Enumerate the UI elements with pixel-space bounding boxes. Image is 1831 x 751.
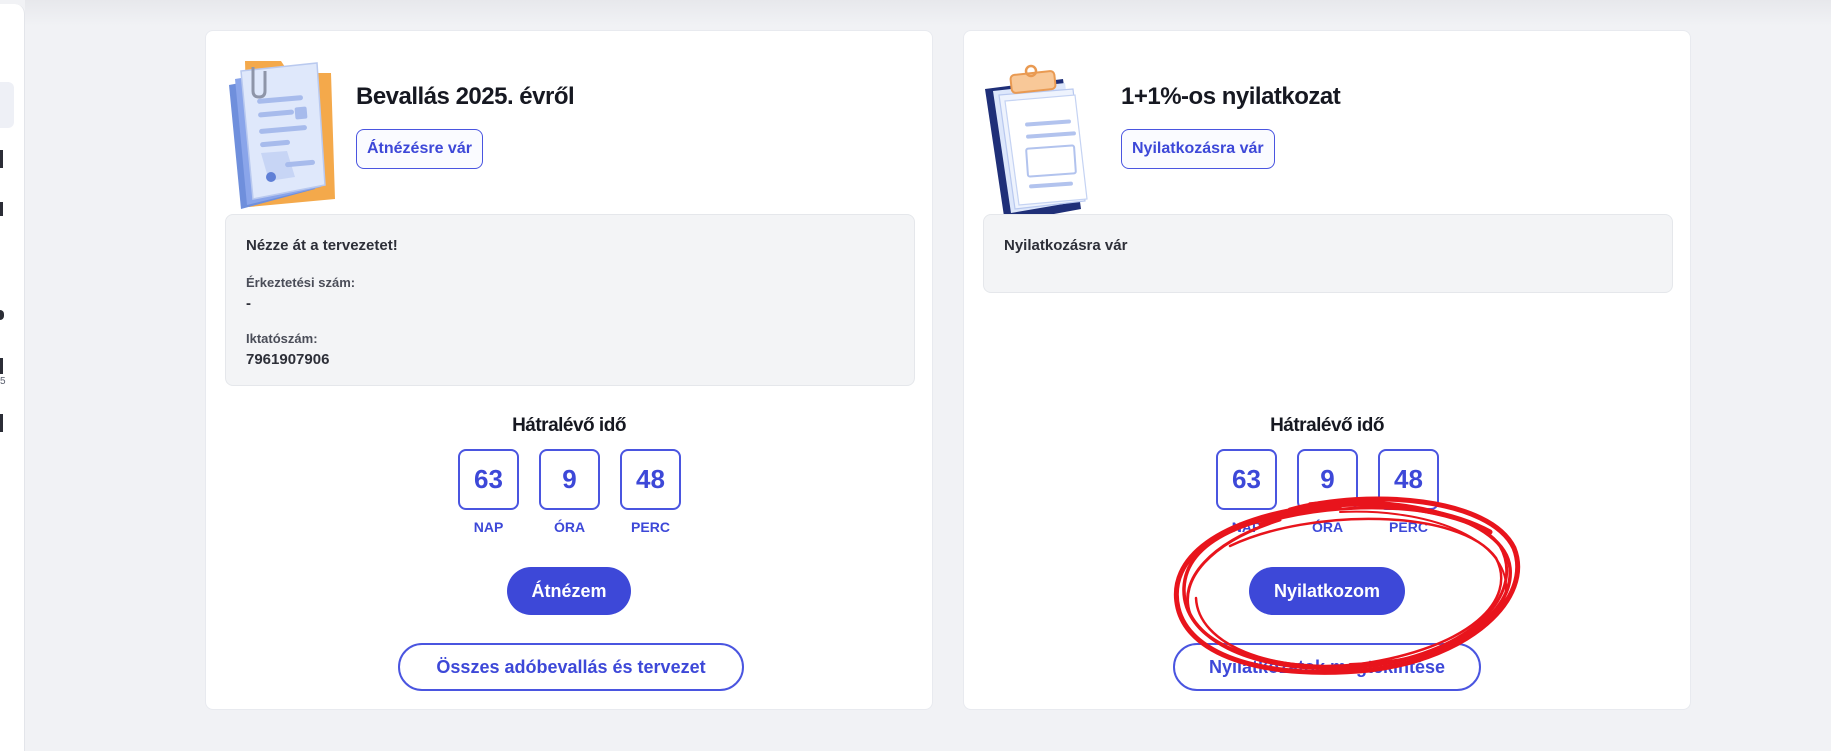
countdown-days-label: NAP: [473, 519, 504, 535]
remaining-time-title: Hátralévő idő: [1270, 415, 1384, 436]
sidebar-item-icon[interactable]: [0, 202, 3, 216]
tax-return-documents-icon: [229, 61, 335, 209]
tax-return-card: Bevallás 2025. évről Átnézésre vár Nézze…: [205, 30, 933, 710]
sidebar-active-item[interactable]: [0, 82, 14, 128]
countdown-minutes-label: PERC: [631, 519, 670, 535]
countdown-minutes: 48: [1378, 449, 1439, 510]
info-box: Nyilatkozásra vár: [983, 214, 1673, 293]
sidebar-item-icon[interactable]: [0, 414, 3, 432]
arrival-number-value: -: [246, 295, 251, 312]
sidebar-calendar-digit: 5: [0, 376, 6, 387]
status-badge: Átnézésre vár: [356, 129, 483, 169]
sidebar-calendar-icon[interactable]: [0, 358, 3, 374]
status-badge: Nyilatkozásra vár: [1121, 129, 1275, 169]
countdown-hours-label: ÓRA: [1311, 519, 1344, 535]
countdown-days-label: NAP: [1231, 519, 1262, 535]
countdown-hours-label: ÓRA: [553, 519, 586, 535]
info-box: Nézze át a tervezetet! Érkeztetési szám:…: [225, 214, 915, 386]
view-declarations-button[interactable]: Nyilatkozatok megtekintése: [1173, 643, 1481, 691]
declare-button[interactable]: Nyilatkozom: [1249, 567, 1405, 615]
countdown-days: 63: [458, 449, 519, 510]
info-title: Nyilatkozásra vár: [1004, 237, 1128, 254]
sidebar: 5: [0, 4, 25, 751]
info-title: Nézze át a tervezetet!: [246, 237, 398, 254]
countdown-minutes-label: PERC: [1389, 519, 1428, 535]
sidebar-item-icon[interactable]: [0, 310, 4, 320]
card-title: 1+1%-os nyilatkozat: [1121, 83, 1341, 110]
arrival-number-label: Érkeztetési szám:: [246, 275, 356, 290]
countdown-hours: 9: [1297, 449, 1358, 510]
countdown-minutes: 48: [620, 449, 681, 510]
review-button[interactable]: Átnézem: [507, 567, 631, 615]
clipboard-form-icon: [985, 64, 1088, 223]
sidebar-item-icon[interactable]: [0, 150, 3, 168]
top-shadow: [25, 0, 1831, 26]
remaining-time-title: Hátralévő idő: [512, 415, 626, 436]
filing-number-value: 7961907906: [246, 351, 330, 368]
all-tax-returns-button[interactable]: Összes adóbevallás és tervezet: [398, 643, 744, 691]
countdown-hours: 9: [539, 449, 600, 510]
filing-number-label: Iktatószám:: [246, 331, 318, 346]
declaration-card: 1+1%-os nyilatkozat Nyilatkozásra vár Ny…: [963, 30, 1691, 710]
countdown-days: 63: [1216, 449, 1277, 510]
card-title: Bevallás 2025. évről: [356, 83, 575, 110]
